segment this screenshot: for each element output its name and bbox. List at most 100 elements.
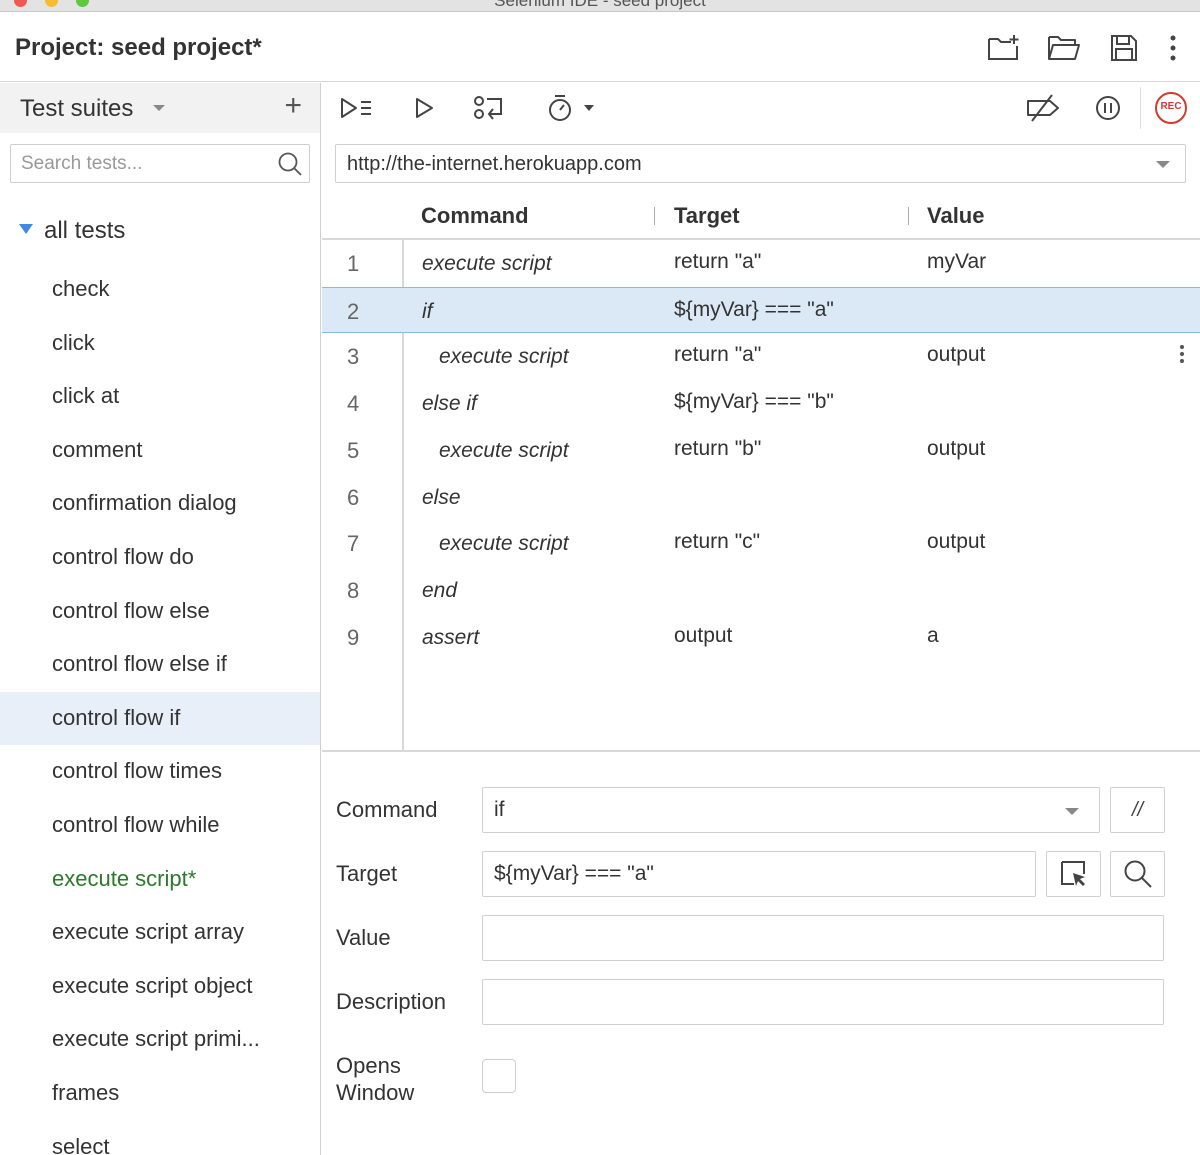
test-list-item[interactable]: confirmation dialog [0, 477, 320, 531]
target-field[interactable]: ${myVar} === "a" [482, 851, 1036, 897]
new-project-icon[interactable] [986, 30, 1022, 66]
row-more-icon[interactable] [1178, 343, 1186, 367]
search-tests-field[interactable] [10, 144, 310, 183]
search-input[interactable] [11, 145, 261, 182]
test-name: click at [52, 383, 120, 409]
command-row[interactable]: 5 execute script return "b" output [322, 427, 1200, 474]
command-cell: assert [422, 625, 480, 649]
command-row[interactable]: 7 execute script return "c" output [322, 520, 1200, 567]
value-cell: output [927, 436, 986, 460]
expand-triangle-icon[interactable] [19, 224, 33, 234]
test-list-item[interactable]: check [0, 263, 320, 317]
target-cell: ${myVar} === "b" [674, 390, 834, 414]
value-field[interactable] [482, 915, 1164, 961]
test-name: control flow do [52, 543, 194, 569]
test-name: select [52, 1133, 110, 1155]
test-name: frames [52, 1079, 120, 1105]
test-suites-dropdown[interactable]: Test suites [20, 95, 133, 123]
test-sidebar: Test suites + all tests check click click … [0, 83, 321, 1155]
run-all-tests-icon[interactable] [339, 91, 375, 125]
command-editor: Command if // Target ${myVar} === "a" Va… [322, 750, 1200, 1155]
target-cell: ${myVar} === "a" [674, 297, 834, 321]
more-vertical-icon[interactable] [1166, 30, 1180, 66]
test-list-item[interactable]: execute script* [0, 853, 320, 907]
command-row[interactable]: 1 execute script return "a" myVar [322, 240, 1200, 287]
pause-on-exceptions-icon[interactable] [1090, 91, 1126, 125]
column-header-value: Value [927, 203, 985, 228]
command-row[interactable]: 6 else [322, 474, 1200, 521]
command-cell: else [422, 485, 461, 509]
test-name: control flow else if [52, 651, 227, 677]
test-list-item[interactable]: execute script array [0, 906, 320, 960]
open-folder-icon[interactable] [1046, 30, 1082, 66]
line-number: 7 [347, 531, 360, 557]
select-element-icon [1060, 861, 1085, 886]
search-icon[interactable] [277, 151, 303, 182]
test-list-item[interactable]: comment [0, 424, 320, 478]
test-name: execute script object [52, 972, 253, 998]
all-tests-tree-node[interactable]: all tests [0, 207, 320, 253]
base-url-dropdown[interactable]: http://the-internet.herokuapp.com [335, 144, 1186, 183]
test-list-item[interactable]: execute script object [0, 960, 320, 1014]
test-list-item[interactable]: click [0, 317, 320, 371]
disable-breakpoints-icon[interactable] [1022, 91, 1062, 125]
main-panel: REC http://the-internet.herokuapp.com Co… [322, 83, 1200, 1155]
command-cell: execute script [422, 252, 552, 275]
target-cell: return "c" [674, 530, 761, 554]
command-grid-header: Command Target Value [322, 193, 1200, 240]
opens-window-label-line2: Window [336, 1080, 415, 1105]
column-resize-handle[interactable] [908, 207, 909, 225]
command-select[interactable]: if [482, 787, 1100, 833]
test-list-item[interactable]: control flow else if [0, 638, 320, 692]
description-field[interactable] [482, 979, 1164, 1025]
test-list-item[interactable]: click at [0, 370, 320, 424]
select-target-button[interactable] [1046, 851, 1101, 897]
command-row[interactable]: 4 else if ${myVar} === "b" [322, 380, 1200, 427]
target-cell: return "b" [674, 436, 762, 460]
test-name: comment [52, 436, 143, 462]
command-cell: execute script [439, 438, 569, 462]
line-number: 2 [347, 298, 360, 324]
save-icon[interactable] [1106, 30, 1142, 66]
column-resize-handle[interactable] [654, 207, 655, 225]
test-name: execute script primi... [52, 1026, 260, 1052]
record-button[interactable]: REC [1152, 91, 1190, 125]
base-url-value: http://the-internet.herokuapp.com [347, 153, 642, 175]
line-number: 6 [347, 484, 360, 510]
value-cell: a [927, 623, 939, 647]
test-name: control flow times [52, 758, 222, 784]
header-actions [986, 30, 1180, 66]
chevron-down-icon[interactable] [1156, 161, 1170, 168]
record-label: REC [1160, 101, 1182, 112]
run-current-test-icon[interactable] [406, 91, 442, 125]
test-list-item[interactable]: control flow times [0, 745, 320, 799]
test-name: check [52, 276, 110, 301]
comment-toggle-button[interactable]: // [1110, 787, 1165, 833]
test-list-item[interactable]: control flow else [0, 585, 320, 639]
chevron-down-icon[interactable] [153, 105, 165, 111]
command-row[interactable]: 8 end [322, 567, 1200, 614]
step-over-icon[interactable] [470, 91, 506, 125]
add-test-button[interactable]: + [284, 89, 302, 123]
test-name: execute script* [52, 865, 197, 891]
target-label: Target [336, 861, 398, 886]
test-list-item[interactable]: frames [0, 1067, 320, 1121]
line-number: 5 [347, 437, 360, 463]
value-label: Value [336, 925, 391, 950]
command-row[interactable]: 2 if ${myVar} === "a" [322, 286, 1200, 334]
test-list-item[interactable]: select [0, 1121, 320, 1155]
test-list-item[interactable]: execute script primi... [0, 1013, 320, 1067]
find-target-button[interactable] [1110, 851, 1165, 897]
test-speed-icon[interactable] [544, 91, 600, 125]
test-name: execute script array [52, 919, 244, 945]
test-list-item[interactable]: control flow if [0, 691, 320, 746]
project-title[interactable]: Project: seed project* [15, 34, 262, 62]
command-row[interactable]: 3 execute script return "a" output [322, 333, 1200, 380]
opens-window-checkbox[interactable] [482, 1059, 516, 1093]
chevron-down-icon[interactable] [1065, 808, 1079, 815]
test-list-item[interactable]: control flow while [0, 799, 320, 853]
test-list-item[interactable]: control flow do [0, 531, 320, 585]
command-row[interactable]: 9 assert output a [322, 614, 1200, 661]
target-cell: return "a" [674, 250, 762, 273]
test-name: control flow else [52, 597, 210, 623]
